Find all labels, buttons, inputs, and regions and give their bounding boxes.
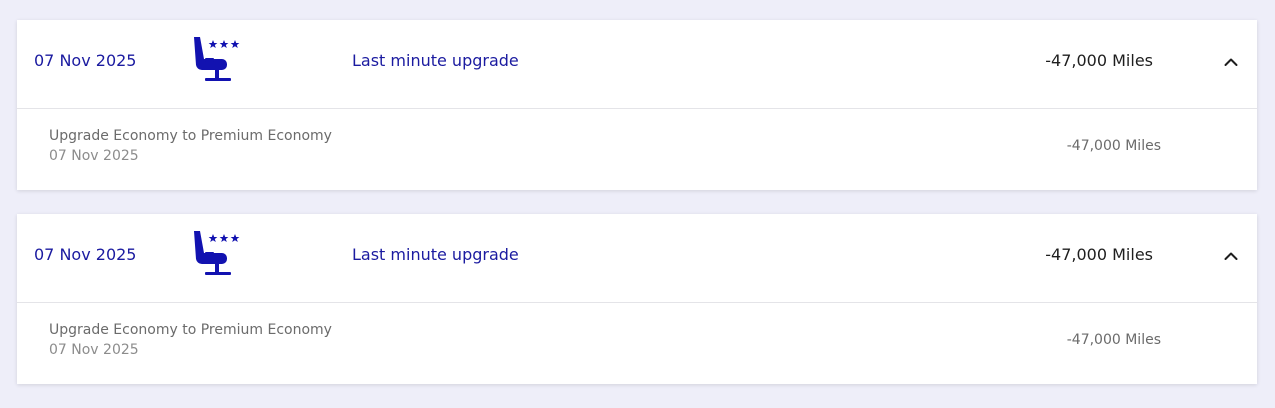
transaction-detail: Upgrade Economy to Premium Economy 07 No… (17, 303, 1257, 384)
chevron-up-icon[interactable] (1219, 244, 1243, 268)
detail-miles: -47,000 Miles (1066, 332, 1161, 348)
transaction-detail: Upgrade Economy to Premium Economy 07 No… (17, 109, 1257, 190)
transaction-miles: -47,000 Miles (1045, 51, 1153, 70)
transaction-miles: -47,000 Miles (1045, 245, 1153, 264)
transaction-header[interactable]: 07 Nov 2025 Last minute upgrade -47,000 … (17, 214, 1257, 303)
transaction-date: 07 Nov 2025 (34, 51, 137, 70)
detail-title: Upgrade Economy to Premium Economy (49, 128, 332, 144)
transaction-card: 07 Nov 2025 Last minute upgrade -47,000 … (17, 214, 1257, 384)
transaction-description: Last minute upgrade (352, 245, 519, 264)
detail-miles: -47,000 Miles (1066, 138, 1161, 154)
premium-seat-icon (194, 37, 240, 81)
detail-date: 07 Nov 2025 (49, 148, 139, 164)
transaction-list: 07 Nov 2025 Last minute upgrade -47,000 … (17, 20, 1257, 408)
transaction-card: 07 Nov 2025 Last minute upgrade -47,000 … (17, 20, 1257, 190)
transaction-header[interactable]: 07 Nov 2025 Last minute upgrade -47,000 … (17, 20, 1257, 109)
detail-date: 07 Nov 2025 (49, 342, 139, 358)
premium-seat-icon (194, 231, 240, 275)
chevron-up-icon[interactable] (1219, 50, 1243, 74)
detail-title: Upgrade Economy to Premium Economy (49, 322, 332, 338)
transaction-date: 07 Nov 2025 (34, 245, 137, 264)
transaction-description: Last minute upgrade (352, 51, 519, 70)
